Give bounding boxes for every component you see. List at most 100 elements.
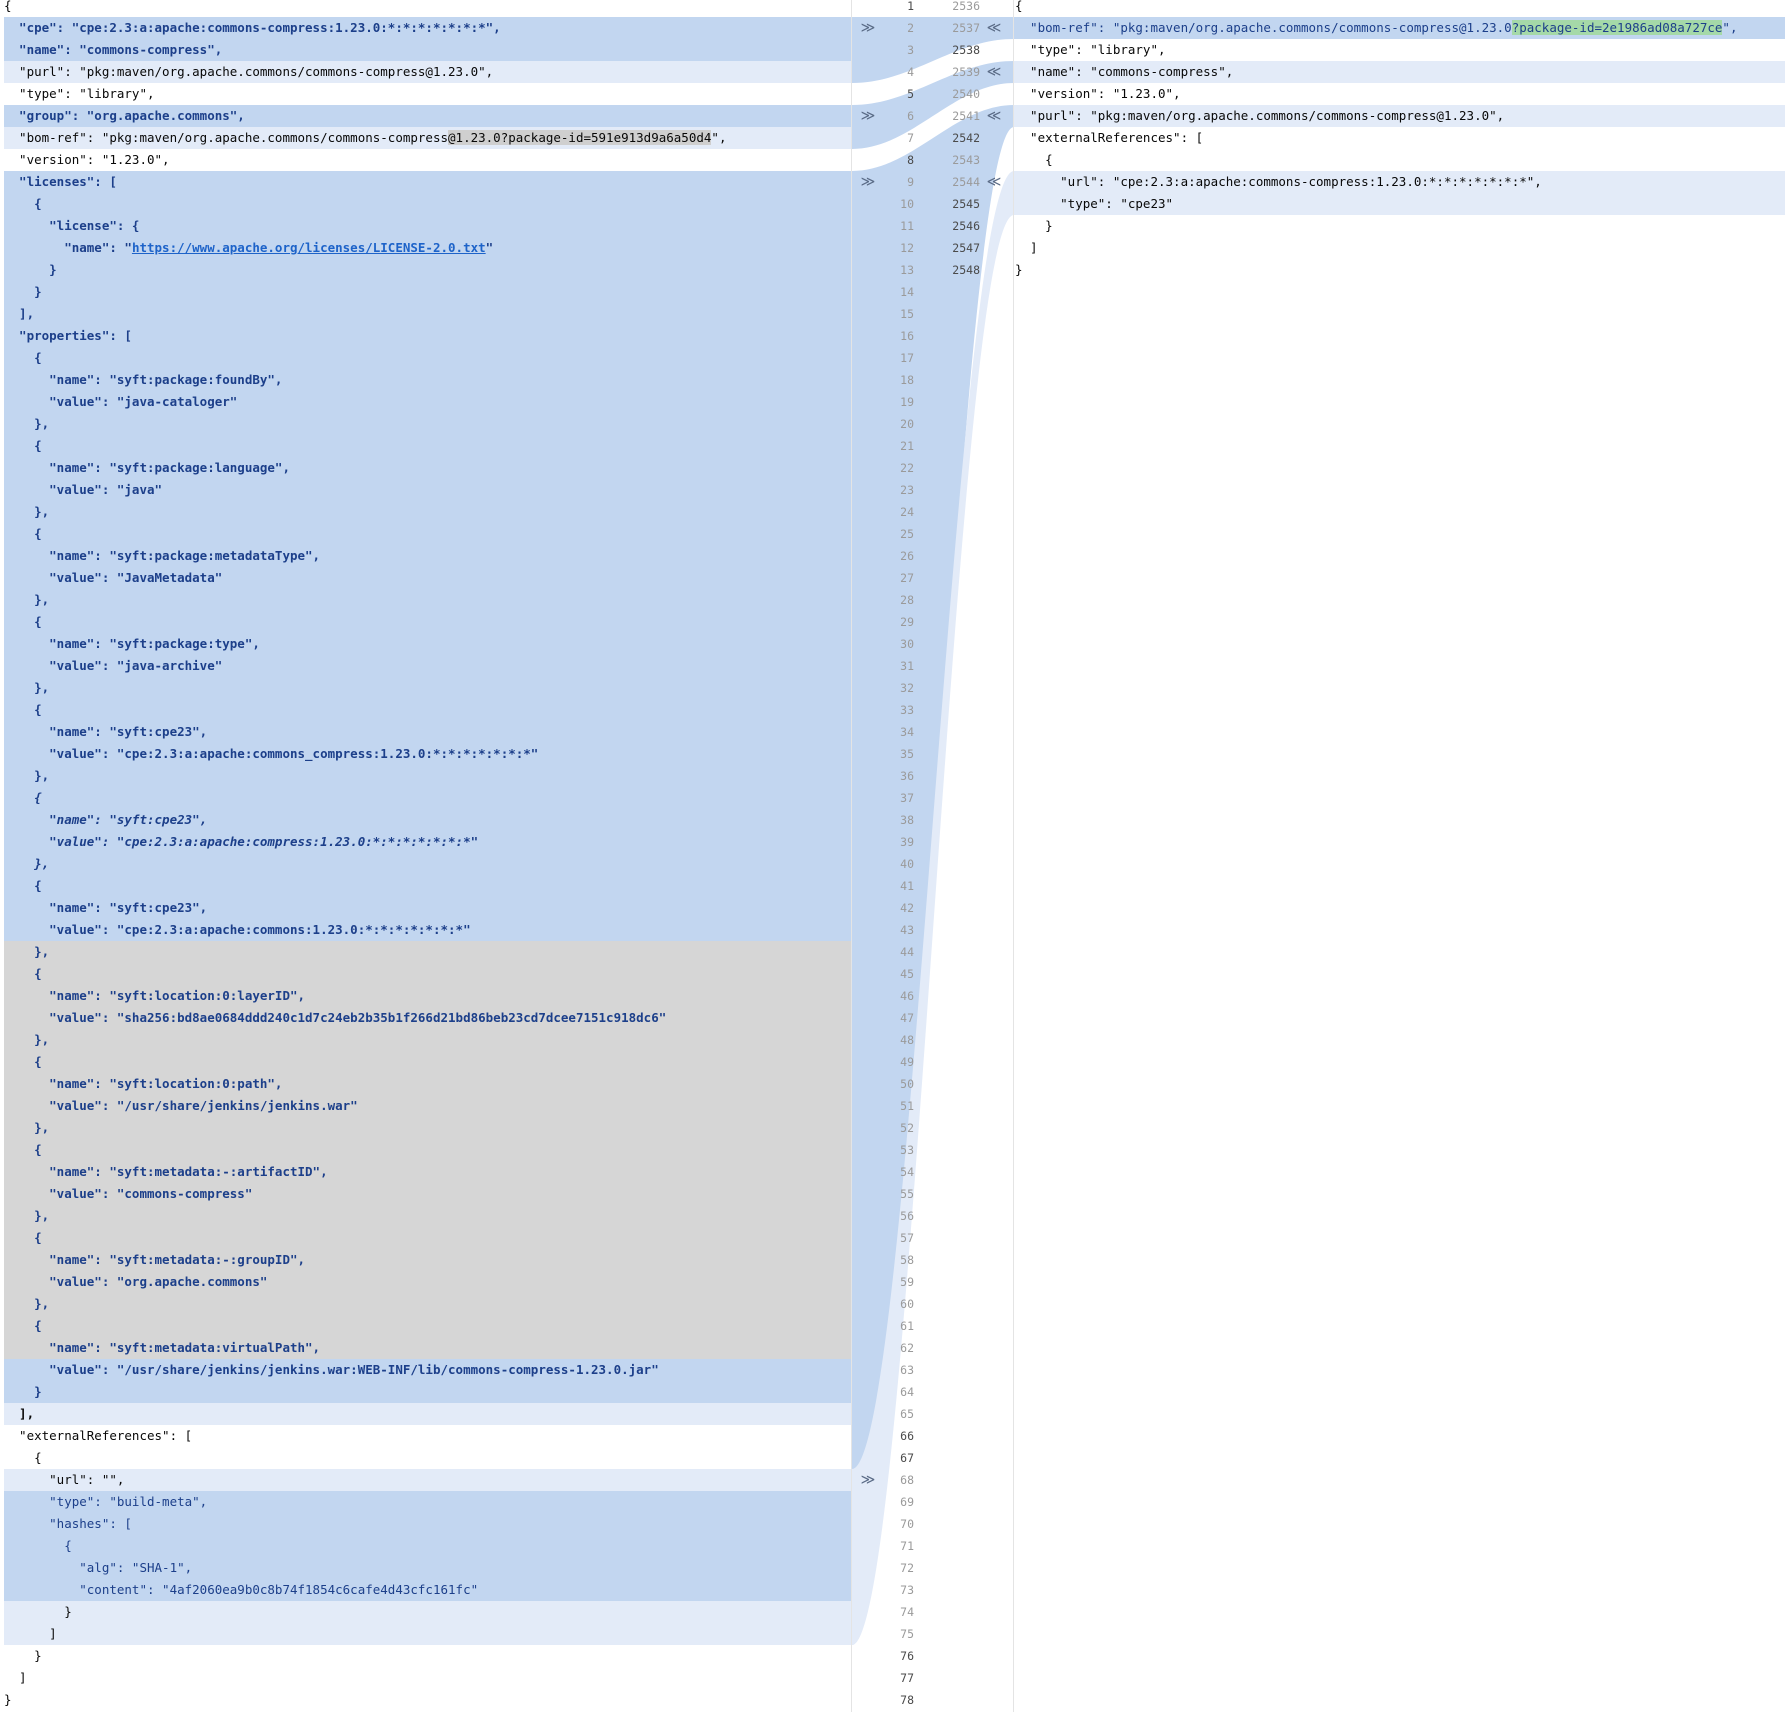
apply-left-arrow-icon[interactable]: ≪ (984, 17, 1004, 39)
left-code-line[interactable]: "name": "syft:package:type", (4, 633, 851, 655)
left-code-line[interactable]: "name": "syft:metadata:-:artifactID", (4, 1161, 851, 1183)
left-code-line[interactable]: "value": "java-cataloger" (4, 391, 851, 413)
left-code-line[interactable]: }, (4, 501, 851, 523)
left-code-line[interactable]: { (4, 1227, 851, 1249)
left-code-line[interactable]: "externalReferences": [ (4, 1425, 851, 1447)
left-code-line[interactable]: ] (4, 1667, 851, 1689)
apply-right-arrow-icon[interactable]: ≫ (858, 105, 878, 127)
left-code-line[interactable]: "name": "syft:metadata:-:groupID", (4, 1249, 851, 1271)
left-code-line[interactable]: { (4, 0, 851, 17)
right-code-line[interactable]: "purl": "pkg:maven/org.apache.commons/co… (1014, 105, 1785, 127)
left-code-line[interactable]: { (4, 523, 851, 545)
apply-right-arrow-icon[interactable]: ≫ (858, 17, 878, 39)
left-code-line[interactable]: "name": "syft:location:0:path", (4, 1073, 851, 1095)
left-code-line[interactable]: }, (4, 941, 851, 963)
left-code-line[interactable]: "name": "https://www.apache.org/licenses… (4, 237, 851, 259)
right-code-line[interactable]: { (1014, 149, 1785, 171)
left-code-line[interactable]: "alg": "SHA-1", (4, 1557, 851, 1579)
left-code-line[interactable]: }, (4, 413, 851, 435)
license-url-link[interactable]: https://www.apache.org/licenses/LICENSE-… (132, 240, 486, 255)
left-code-line[interactable]: { (4, 787, 851, 809)
left-code-line[interactable]: "name": "syft:metadata:virtualPath", (4, 1337, 851, 1359)
left-code-line[interactable]: } (4, 259, 851, 281)
left-code-line[interactable]: "value": "/usr/share/jenkins/jenkins.war… (4, 1359, 851, 1381)
left-code-line[interactable]: } (4, 1689, 851, 1711)
right-editor-pane[interactable]: { "bom-ref": "pkg:maven/org.apache.commo… (1013, 0, 1785, 1712)
left-code-line[interactable]: "version": "1.23.0", (4, 149, 851, 171)
left-code-line[interactable]: "name": "syft:cpe23", (4, 721, 851, 743)
left-code-line[interactable]: "name": "commons-compress", (4, 39, 851, 61)
left-code-line[interactable]: "url": "", (4, 1469, 851, 1491)
left-code-line[interactable]: "name": "syft:package:foundBy", (4, 369, 851, 391)
right-code-line[interactable]: } (1014, 215, 1785, 237)
left-code-line[interactable]: "hashes": [ (4, 1513, 851, 1535)
left-code-line[interactable]: "properties": [ (4, 325, 851, 347)
left-code-line[interactable]: }, (4, 677, 851, 699)
right-code-line[interactable]: "bom-ref": "pkg:maven/org.apache.commons… (1014, 17, 1785, 39)
left-code-line[interactable]: ], (4, 1403, 851, 1425)
left-code-line[interactable]: "type": "build-meta", (4, 1491, 851, 1513)
apply-left-arrow-icon[interactable]: ≪ (984, 61, 1004, 83)
left-code-line[interactable]: { (4, 435, 851, 457)
left-code-line[interactable]: } (4, 1381, 851, 1403)
left-code-line[interactable]: "value": "sha256:bd8ae0684ddd240c1d7c24e… (4, 1007, 851, 1029)
left-code-line[interactable]: { (4, 1139, 851, 1161)
left-code-line[interactable]: "licenses": [ (4, 171, 851, 193)
right-code-line[interactable]: "type": "cpe23" (1014, 193, 1785, 215)
left-code-line[interactable]: "type": "library", (4, 83, 851, 105)
left-code-line[interactable]: { (4, 611, 851, 633)
left-code-line[interactable]: "name": "syft:cpe23", (4, 897, 851, 919)
left-code-line[interactable]: "name": "syft:package:language", (4, 457, 851, 479)
left-code-line[interactable]: "license": { (4, 215, 851, 237)
left-code-line[interactable]: ] (4, 1623, 851, 1645)
left-editor-pane[interactable]: { "cpe": "cpe:2.3:a:apache:commons-compr… (0, 0, 851, 1712)
left-code-line[interactable]: "value": "java" (4, 479, 851, 501)
left-code-line[interactable]: "value": "java-archive" (4, 655, 851, 677)
left-code-line[interactable]: "purl": "pkg:maven/org.apache.commons/co… (4, 61, 851, 83)
left-code-line[interactable]: "value": "cpe:2.3:a:apache:commons:1.23.… (4, 919, 851, 941)
left-code-line[interactable]: "bom-ref": "pkg:maven/org.apache.commons… (4, 127, 851, 149)
left-code-line[interactable]: "content": "4af2060ea9b0c8b74f1854c6cafe… (4, 1579, 851, 1601)
left-code-line[interactable]: { (4, 963, 851, 985)
left-code-line[interactable]: "value": "cpe:2.3:a:apache:compress:1.23… (4, 831, 851, 853)
left-code-line[interactable]: "name": "syft:cpe23", (4, 809, 851, 831)
right-code-line[interactable]: "type": "library", (1014, 39, 1785, 61)
right-code-line[interactable]: "name": "commons-compress", (1014, 61, 1785, 83)
left-code-line[interactable]: { (4, 1051, 851, 1073)
left-code-line[interactable]: "value": "org.apache.commons" (4, 1271, 851, 1293)
left-code-line[interactable]: }, (4, 853, 851, 875)
left-code-line[interactable]: "name": "syft:package:metadataType", (4, 545, 851, 567)
left-code-line[interactable]: } (4, 1645, 851, 1667)
right-code-line[interactable]: "externalReferences": [ (1014, 127, 1785, 149)
left-code-line[interactable]: "cpe": "cpe:2.3:a:apache:commons-compres… (4, 17, 851, 39)
apply-right-arrow-icon[interactable]: ≫ (858, 1469, 878, 1491)
right-code-line[interactable]: "version": "1.23.0", (1014, 83, 1785, 105)
left-code-line[interactable]: "name": "syft:location:0:layerID", (4, 985, 851, 1007)
left-code-line[interactable]: }, (4, 1205, 851, 1227)
left-code-line[interactable]: } (4, 281, 851, 303)
left-code-line[interactable]: "value": "cpe:2.3:a:apache:commons_compr… (4, 743, 851, 765)
left-code-line[interactable]: { (4, 193, 851, 215)
left-code-line[interactable]: } (4, 1601, 851, 1623)
left-code-line[interactable]: { (4, 1315, 851, 1337)
left-code-line[interactable]: "group": "org.apache.commons", (4, 105, 851, 127)
left-code-line[interactable]: }, (4, 589, 851, 611)
right-code-line[interactable]: "url": "cpe:2.3:a:apache:commons-compres… (1014, 171, 1785, 193)
right-code-line[interactable]: ] (1014, 237, 1785, 259)
left-code-line[interactable]: }, (4, 765, 851, 787)
left-code-line[interactable]: { (4, 1535, 851, 1557)
right-code-line[interactable]: } (1014, 259, 1785, 281)
left-code-line[interactable]: { (4, 699, 851, 721)
left-code-line[interactable]: }, (4, 1117, 851, 1139)
left-code-line[interactable]: { (4, 347, 851, 369)
left-code-line[interactable]: ], (4, 303, 851, 325)
left-code-line[interactable]: { (4, 1447, 851, 1469)
apply-right-arrow-icon[interactable]: ≫ (858, 171, 878, 193)
right-code-line[interactable]: { (1014, 0, 1785, 17)
left-code-line[interactable]: "value": "/usr/share/jenkins/jenkins.war… (4, 1095, 851, 1117)
apply-left-arrow-icon[interactable]: ≪ (984, 105, 1004, 127)
apply-left-arrow-icon[interactable]: ≪ (984, 171, 1004, 193)
left-code-line[interactable]: }, (4, 1293, 851, 1315)
left-code-line[interactable]: { (4, 875, 851, 897)
left-code-line[interactable]: "value": "JavaMetadata" (4, 567, 851, 589)
